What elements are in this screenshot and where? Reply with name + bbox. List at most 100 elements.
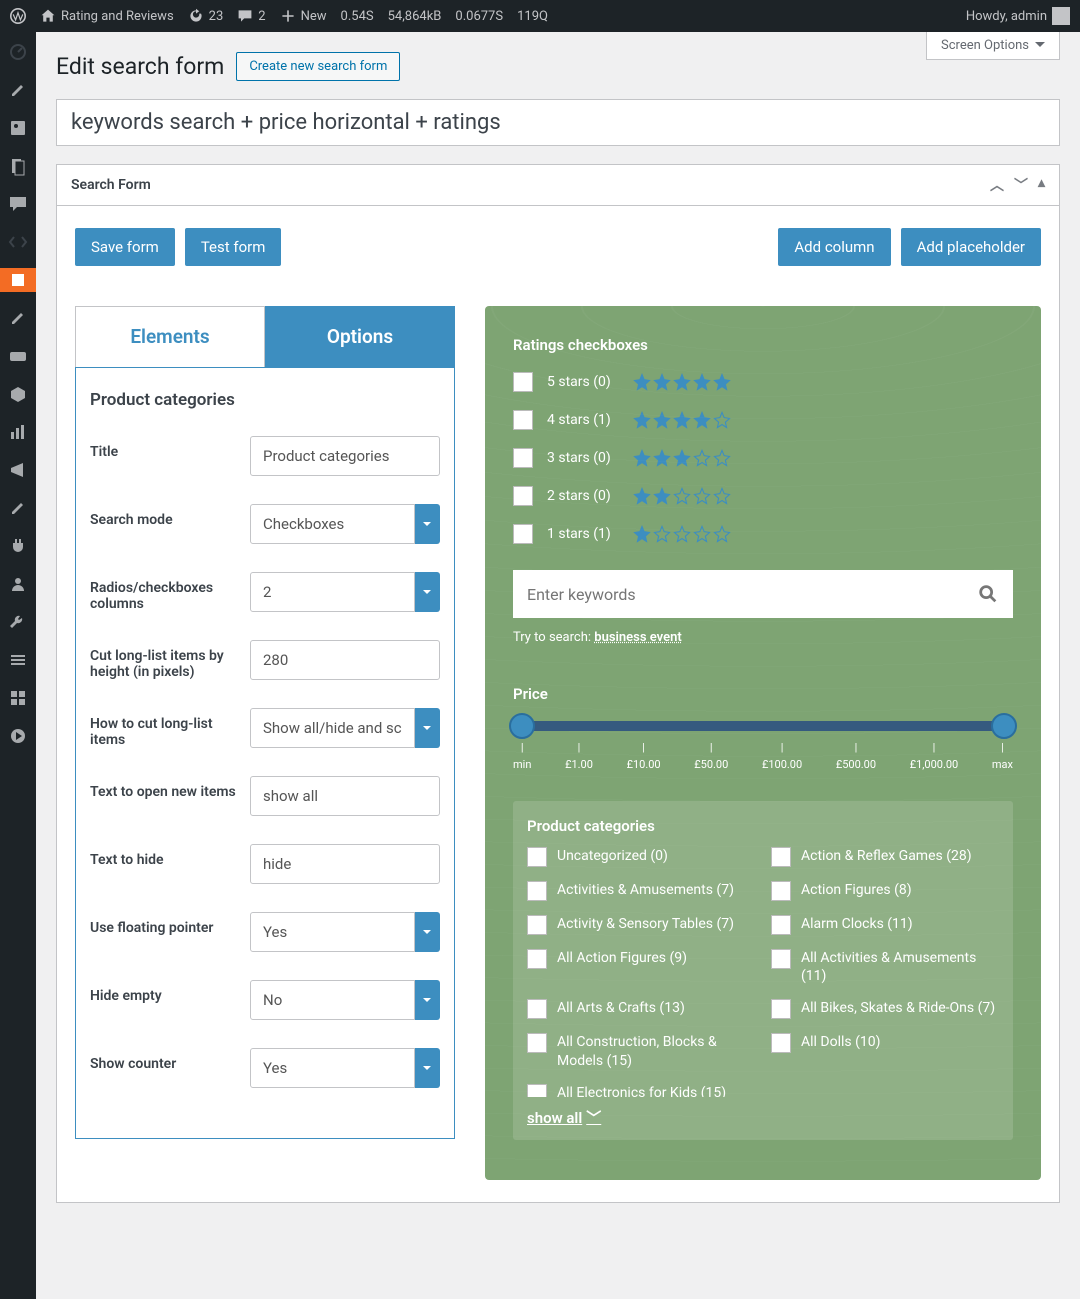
slider-tick: |min (513, 741, 531, 771)
sidebar-products[interactable] (0, 382, 36, 406)
category-checkbox[interactable] (527, 1084, 547, 1097)
category-item: Activity & Sensory Tables (7) (527, 915, 755, 935)
slider-tick: |£1.00 (565, 741, 593, 771)
search-form-panel: Search Form ︿ ﹀ ▴ Save form Test form Ad… (56, 164, 1060, 1203)
rating-checkbox[interactable] (513, 372, 533, 392)
search-input[interactable] (527, 585, 977, 604)
sidebar-code[interactable] (0, 230, 36, 254)
comments-count[interactable]: 2 (237, 8, 265, 24)
page-title: Edit search form (56, 53, 224, 80)
chevron-up-icon[interactable]: ︿ (990, 175, 1004, 195)
add-placeholder-button[interactable]: Add placeholder (901, 228, 1041, 266)
rating-label: 4 stars (1) (547, 412, 619, 428)
sidebar-marketing[interactable] (0, 458, 36, 482)
screen-options-toggle[interactable]: Screen Options (926, 32, 1060, 60)
metric: 54,864kB (388, 9, 442, 24)
sidebar-comments[interactable] (0, 192, 36, 216)
rating-label: 2 stars (0) (547, 488, 619, 504)
rating-checkbox[interactable] (513, 524, 533, 544)
search-box[interactable] (513, 570, 1013, 618)
save-button[interactable]: Save form (75, 228, 175, 266)
sidebar-settings[interactable] (0, 648, 36, 672)
category-checkbox[interactable] (527, 1033, 547, 1053)
avatar (1052, 7, 1070, 25)
category-checkbox[interactable] (527, 999, 547, 1019)
input-cut[interactable] (250, 640, 440, 680)
input-title[interactable] (250, 436, 440, 476)
rating-checkbox[interactable] (513, 410, 533, 430)
category-checkbox[interactable] (771, 847, 791, 867)
select-mode[interactable] (250, 504, 440, 544)
sidebar-media[interactable] (0, 116, 36, 140)
chevron-down-icon (1035, 42, 1045, 52)
label-how: How to cut long-list items (90, 708, 250, 748)
category-checkbox[interactable] (771, 915, 791, 935)
category-item: All Activities & Amusements (11) (771, 949, 999, 985)
select-counter[interactable] (250, 1048, 440, 1088)
category-checkbox[interactable] (527, 915, 547, 935)
wp-logo[interactable] (10, 8, 26, 24)
sidebar-analytics[interactable] (0, 420, 36, 444)
rating-row: 3 stars (0) (513, 448, 1013, 468)
sidebar-users[interactable] (0, 572, 36, 596)
select-cols[interactable] (250, 572, 440, 612)
sidebar-woo[interactable] (0, 344, 36, 368)
select-how[interactable] (250, 708, 440, 748)
new-content[interactable]: New (280, 8, 327, 24)
slider-tick: |£500.00 (836, 741, 876, 771)
rating-checkbox[interactable] (513, 448, 533, 468)
slider-max-handle[interactable] (991, 713, 1017, 739)
label-counter: Show counter (90, 1048, 250, 1072)
tab-options[interactable]: Options (265, 306, 455, 367)
sidebar-plugins[interactable] (0, 534, 36, 558)
add-column-button[interactable]: Add column (778, 228, 890, 266)
create-new-button[interactable]: Create new search form (236, 52, 400, 81)
category-item: All Electronics for Kids (15) (527, 1084, 755, 1097)
try-label: Try to search: (513, 630, 591, 645)
chevron-down-icon: ﹀ (586, 1107, 601, 1128)
form-section-title: Product categories (90, 390, 440, 410)
chevron-down-icon[interactable]: ﹀ (1014, 175, 1028, 195)
rating-row: 4 stars (1) (513, 410, 1013, 430)
rating-checkbox[interactable] (513, 486, 533, 506)
form-title-input[interactable] (56, 99, 1060, 146)
test-button[interactable]: Test form (185, 228, 282, 266)
select-pointer[interactable] (250, 912, 440, 952)
price-slider[interactable] (519, 721, 1007, 731)
preview-pane: Ratings checkboxes 5 stars (0)4 stars (1… (485, 306, 1041, 1180)
refresh-count[interactable]: 23 (188, 8, 224, 24)
rating-row: 5 stars (0) (513, 372, 1013, 392)
category-checkbox[interactable] (527, 949, 547, 969)
category-checkbox[interactable] (527, 881, 547, 901)
sidebar-tools[interactable] (0, 610, 36, 634)
try-link[interactable]: business event (594, 630, 681, 645)
account-link[interactable]: Howdy, admin (966, 7, 1070, 25)
slider-min-handle[interactable] (509, 713, 535, 739)
sidebar-posts[interactable] (0, 78, 36, 102)
sidebar-appearance[interactable] (0, 496, 36, 520)
search-icon[interactable] (977, 583, 999, 605)
sidebar-generic2[interactable] (0, 724, 36, 748)
sidebar-pin[interactable] (0, 306, 36, 330)
collapse-icon[interactable]: ▴ (1038, 175, 1045, 195)
input-hide[interactable] (250, 844, 440, 884)
select-empty[interactable] (250, 980, 440, 1020)
category-item: All Bikes, Skates & Ride-Ons (7) (771, 999, 999, 1019)
category-item: Alarm Clocks (11) (771, 915, 999, 935)
category-checkbox[interactable] (771, 999, 791, 1019)
sidebar-generic1[interactable] (0, 686, 36, 710)
category-checkbox[interactable] (771, 949, 791, 969)
show-all-link[interactable]: show all ﹀ (527, 1107, 601, 1128)
sidebar-search-plugin[interactable] (0, 268, 36, 292)
category-checkbox[interactable] (771, 881, 791, 901)
sidebar-pages[interactable] (0, 154, 36, 178)
star-icons (633, 525, 731, 543)
sidebar-dashboard[interactable] (0, 40, 36, 64)
category-checkbox[interactable] (771, 1033, 791, 1053)
admin-bar: Rating and Reviews 23 2 New 0.54S 54,864… (0, 0, 1080, 32)
tab-elements[interactable]: Elements (75, 306, 265, 367)
category-checkbox[interactable] (527, 847, 547, 867)
site-link[interactable]: Rating and Reviews (40, 8, 174, 24)
input-open[interactable] (250, 776, 440, 816)
slider-tick: |£10.00 (627, 741, 661, 771)
